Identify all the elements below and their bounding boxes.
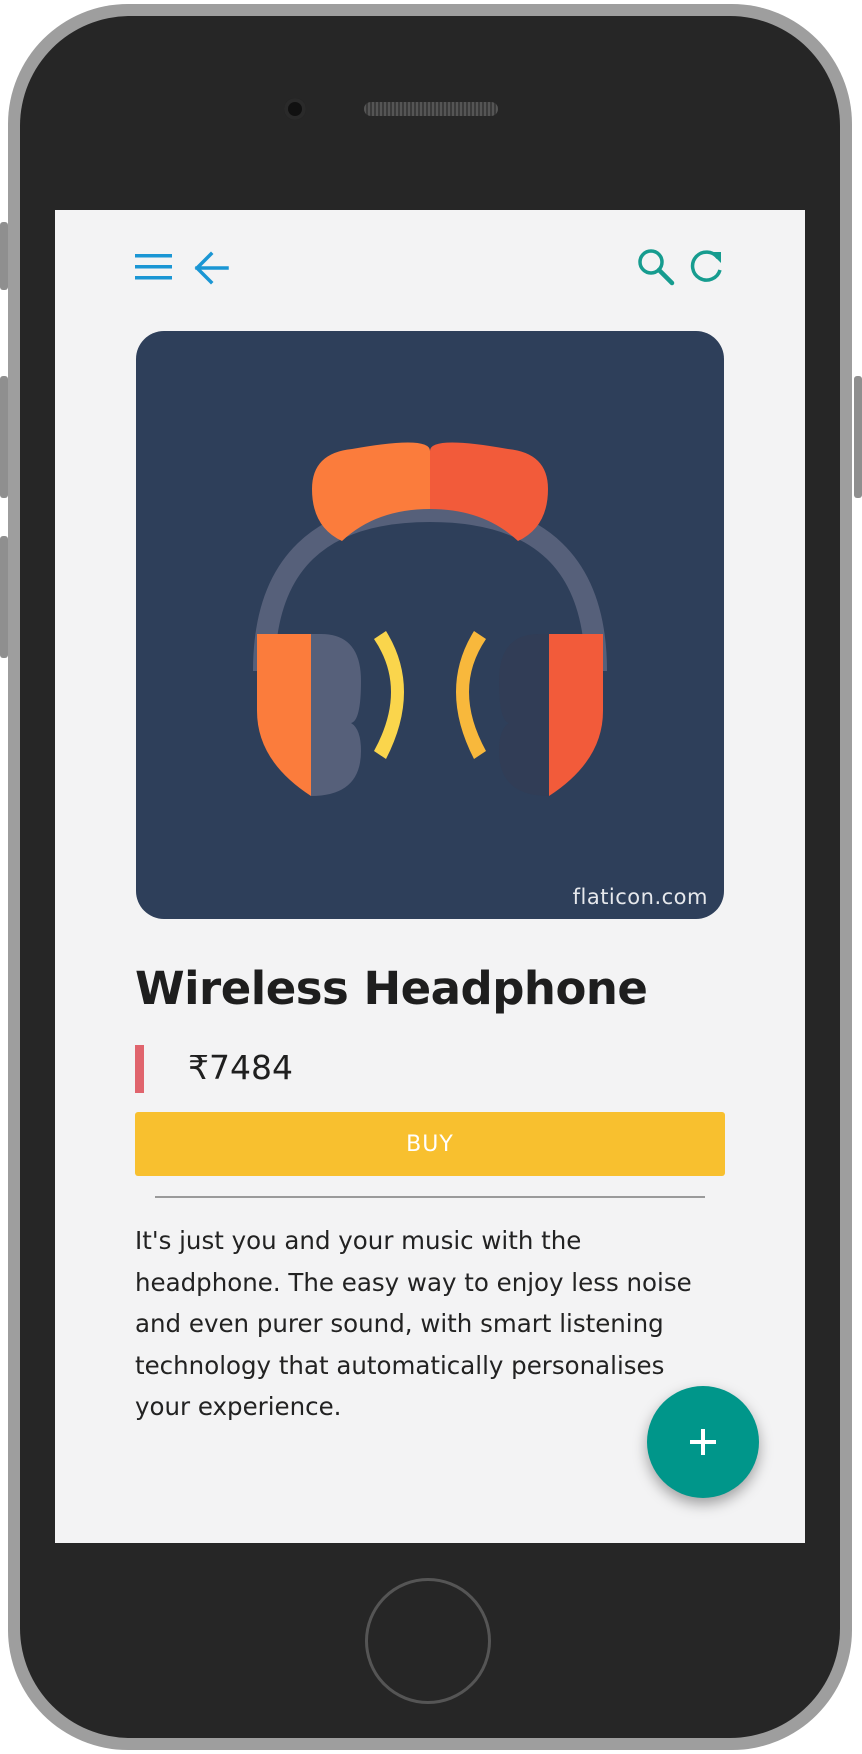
front-camera — [284, 98, 306, 120]
refresh-icon[interactable] — [687, 248, 725, 286]
divider — [155, 1196, 705, 1198]
arrow-left-icon[interactable] — [193, 250, 229, 286]
side-button-power — [854, 376, 862, 498]
home-button[interactable] — [365, 1578, 491, 1704]
product-title: Wireless Headphone — [135, 962, 648, 1015]
side-button-mute — [0, 222, 8, 290]
headphones-icon — [253, 442, 607, 796]
product-price: ₹7484 — [188, 1048, 293, 1087]
menu-icon[interactable] — [135, 252, 173, 282]
plus-icon — [690, 1429, 716, 1455]
side-button-volume-up — [0, 376, 8, 498]
image-watermark: flaticon.com — [572, 885, 708, 909]
app-screen: flaticon.com Wireless Headphone ₹7484 BU… — [55, 210, 805, 1543]
search-icon[interactable] — [637, 248, 675, 286]
buy-button[interactable]: BUY — [135, 1112, 725, 1176]
product-description: It's just you and your music with the he… — [135, 1226, 692, 1421]
side-button-volume-down — [0, 536, 8, 658]
product-image: flaticon.com — [136, 331, 724, 919]
price-marker — [135, 1045, 144, 1093]
earpiece-speaker — [364, 102, 498, 116]
add-fab-button[interactable] — [647, 1386, 759, 1498]
